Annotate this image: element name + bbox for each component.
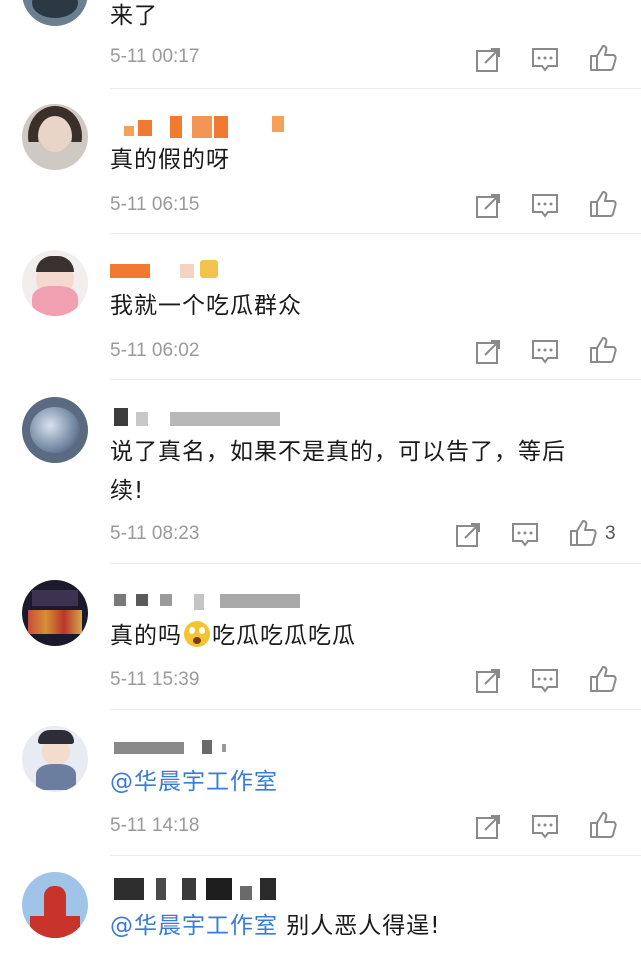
divider: [110, 855, 641, 856]
comment-time: 5-11 06:15: [110, 194, 200, 215]
comment-time: 5-11 06:02: [110, 340, 200, 361]
comment-text-part: 真的吗: [110, 623, 182, 649]
username-blurred[interactable]: [110, 406, 290, 432]
comment-time: 5-11 08:23: [110, 523, 200, 544]
comment-icon[interactable]: [530, 812, 560, 842]
avatar[interactable]: [22, 0, 88, 26]
comment-text: 说了真名，如果不是真的，可以告了，等后: [110, 439, 566, 465]
avatar[interactable]: [22, 250, 88, 316]
avatar[interactable]: [22, 104, 88, 170]
divider: [110, 563, 641, 564]
username-blurred[interactable]: [110, 738, 230, 764]
comment-icon[interactable]: [510, 520, 540, 550]
divider: [110, 379, 641, 380]
astonished-emoji-icon: [184, 621, 210, 647]
share-icon[interactable]: [473, 812, 503, 842]
comment-text-part: 别人恶人得逞!: [278, 913, 441, 939]
thumb-up-icon[interactable]: [588, 664, 618, 694]
thumb-up-icon[interactable]: [588, 335, 618, 365]
comment-text-continued: 续!: [110, 478, 145, 504]
thumb-up-icon[interactable]: [588, 43, 618, 73]
username-blurred[interactable]: [110, 590, 310, 616]
username-blurred[interactable]: [110, 260, 230, 286]
comment-text: 真的假的呀: [110, 147, 230, 173]
divider: [110, 88, 641, 89]
share-icon[interactable]: [473, 45, 503, 75]
username-blurred[interactable]: [110, 116, 290, 142]
comment-time: 5-11 15:39: [110, 669, 200, 690]
comment-icon[interactable]: [530, 45, 560, 75]
share-icon[interactable]: [473, 337, 503, 367]
mention-link[interactable]: @华晨宇工作室: [110, 913, 278, 939]
like-count: 3: [605, 523, 616, 544]
comment-time: 5-11 00:17: [110, 46, 200, 67]
share-icon[interactable]: [473, 191, 503, 221]
avatar[interactable]: [22, 580, 88, 646]
comment-text: @华晨宇工作室 别人恶人得逞!: [110, 908, 617, 945]
mention-link[interactable]: @华晨宇工作室: [110, 764, 617, 801]
thumb-up-icon[interactable]: [588, 189, 618, 219]
divider: [110, 709, 641, 710]
username-blurred[interactable]: [110, 878, 290, 904]
comment-text: 真的吗 吃瓜吃瓜吃瓜: [110, 618, 617, 655]
avatar[interactable]: [22, 726, 88, 792]
thumb-up-icon[interactable]: [568, 518, 598, 548]
comment-icon[interactable]: [530, 191, 560, 221]
comment-text: 来了: [110, 3, 158, 29]
comment-icon[interactable]: [530, 666, 560, 696]
avatar[interactable]: [22, 397, 88, 463]
comment-icon[interactable]: [530, 337, 560, 367]
avatar[interactable]: [22, 872, 88, 938]
thumb-up-icon[interactable]: [588, 810, 618, 840]
share-icon[interactable]: [473, 666, 503, 696]
divider: [110, 233, 641, 234]
comment-time: 5-11 14:18: [110, 815, 200, 836]
comment-text-part: 吃瓜吃瓜吃瓜: [212, 623, 356, 649]
share-icon[interactable]: [453, 520, 483, 550]
comment-text: 我就一个吃瓜群众: [110, 293, 302, 319]
